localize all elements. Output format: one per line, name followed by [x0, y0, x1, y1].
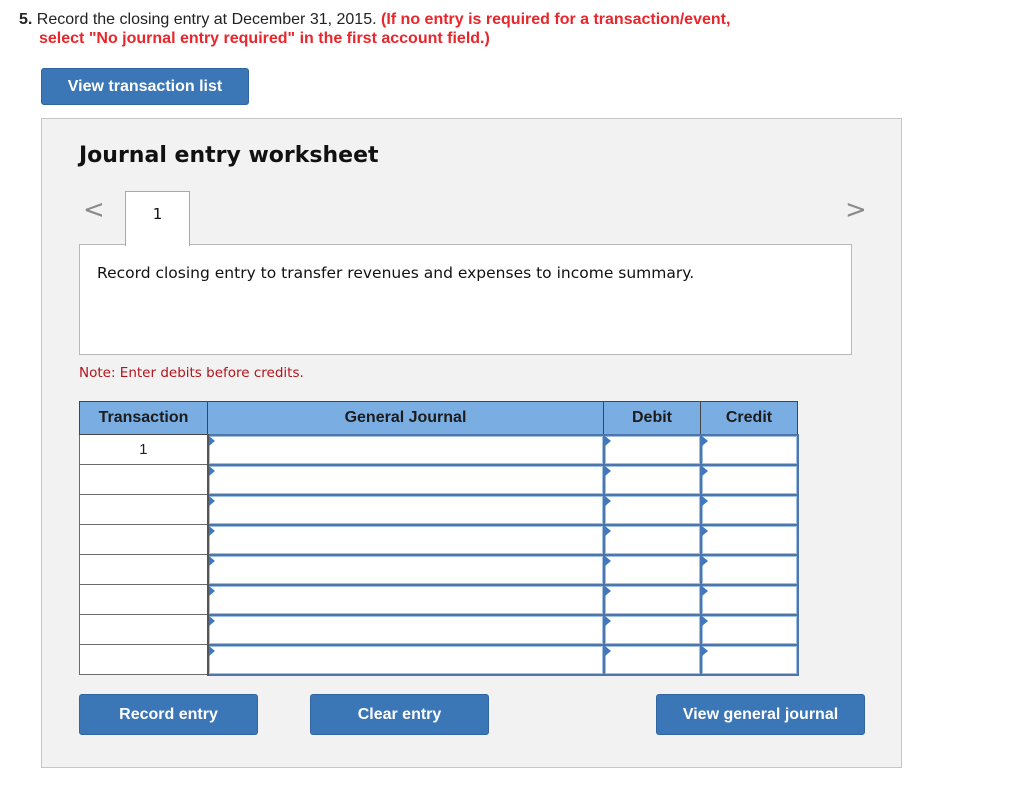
view-transaction-list-button[interactable]: View transaction list [41, 68, 249, 105]
debit-field-cell [602, 583, 702, 616]
table-row [79, 613, 799, 646]
entry-description: Record closing entry to transfer revenue… [97, 264, 695, 282]
header-credit: Credit [700, 401, 798, 435]
table-row [79, 643, 799, 676]
tab-label: 1 [152, 205, 163, 223]
debit-field-cell [602, 613, 702, 646]
record-entry-button[interactable]: Record entry [79, 694, 258, 735]
account-field-cell [206, 433, 605, 466]
account-field[interactable] [208, 495, 603, 524]
credit-field-cell [699, 553, 799, 586]
account-field[interactable] [208, 615, 603, 644]
debit-field-cell [602, 463, 702, 496]
account-field[interactable] [208, 525, 603, 554]
account-field-cell [206, 523, 605, 556]
credit-field-cell [699, 583, 799, 616]
question-warning-line2: select "No journal entry required" in th… [39, 30, 490, 47]
transaction-cell [79, 614, 209, 645]
account-field-cell [206, 463, 605, 496]
table-row: 1 [79, 433, 799, 466]
debit-field-cell [602, 643, 702, 676]
debit-field[interactable] [604, 465, 700, 494]
transaction-cell [79, 644, 209, 675]
transaction-cell [79, 524, 209, 555]
transaction-cell [79, 554, 209, 585]
debit-field-cell [602, 493, 702, 526]
table-row [79, 463, 799, 496]
debit-field[interactable] [604, 435, 700, 464]
table-row [79, 583, 799, 616]
credit-field[interactable] [701, 555, 797, 584]
chevron-right-icon[interactable]: > [845, 197, 867, 223]
account-field-cell [206, 643, 605, 676]
table-row [79, 493, 799, 526]
table-row [79, 523, 799, 556]
debit-field[interactable] [604, 585, 700, 614]
credit-field[interactable] [701, 435, 797, 464]
table-header-row: Transaction General Journal Debit Credit [79, 401, 798, 435]
debit-field[interactable] [604, 615, 700, 644]
question-number: 5. [19, 11, 33, 28]
clear-entry-button[interactable]: Clear entry [310, 694, 489, 735]
account-field[interactable] [208, 555, 603, 584]
credit-field-cell [699, 433, 799, 466]
credit-field[interactable] [701, 525, 797, 554]
account-field[interactable] [208, 435, 603, 464]
question-text: Record the closing entry at December 31,… [36, 11, 377, 28]
account-field-cell [206, 553, 605, 586]
transaction-cell: 1 [79, 434, 209, 465]
debit-field[interactable] [604, 525, 700, 554]
debit-field-cell [602, 433, 702, 466]
credit-field[interactable] [701, 585, 797, 614]
entry-description-box [79, 244, 852, 355]
account-field-cell [206, 583, 605, 616]
account-field[interactable] [208, 645, 603, 674]
transaction-cell [79, 584, 209, 615]
header-general-journal: General Journal [207, 401, 604, 435]
transaction-cell [79, 494, 209, 525]
view-general-journal-button[interactable]: View general journal [656, 694, 865, 735]
debit-field-cell [602, 523, 702, 556]
credit-field-cell [699, 463, 799, 496]
account-field-cell [206, 493, 605, 526]
table-row [79, 553, 799, 586]
credit-field-cell [699, 613, 799, 646]
credit-field[interactable] [701, 465, 797, 494]
chevron-left-icon[interactable]: < [83, 197, 105, 223]
account-field[interactable] [208, 585, 603, 614]
credit-field[interactable] [701, 495, 797, 524]
credit-field-cell [699, 523, 799, 556]
account-field-cell [206, 613, 605, 646]
worksheet-title: Journal entry worksheet [79, 143, 379, 168]
debit-field-cell [602, 553, 702, 586]
credit-field[interactable] [701, 615, 797, 644]
credit-field-cell [699, 643, 799, 676]
credit-field-cell [699, 493, 799, 526]
worksheet-tab-1[interactable]: 1 [125, 191, 190, 246]
header-transaction: Transaction [79, 401, 208, 435]
debit-field[interactable] [604, 495, 700, 524]
question-warning-line1: (If no entry is required for a transacti… [381, 11, 731, 28]
header-debit: Debit [603, 401, 701, 435]
entry-note: Note: Enter debits before credits. [79, 365, 304, 381]
question-prompt: 5. Record the closing entry at December … [19, 10, 730, 48]
account-field[interactable] [208, 465, 603, 494]
journal-entry-table: Transaction General Journal Debit Credit… [79, 401, 799, 676]
debit-field[interactable] [604, 555, 700, 584]
debit-field[interactable] [604, 645, 700, 674]
transaction-cell [79, 464, 209, 495]
credit-field[interactable] [701, 645, 797, 674]
